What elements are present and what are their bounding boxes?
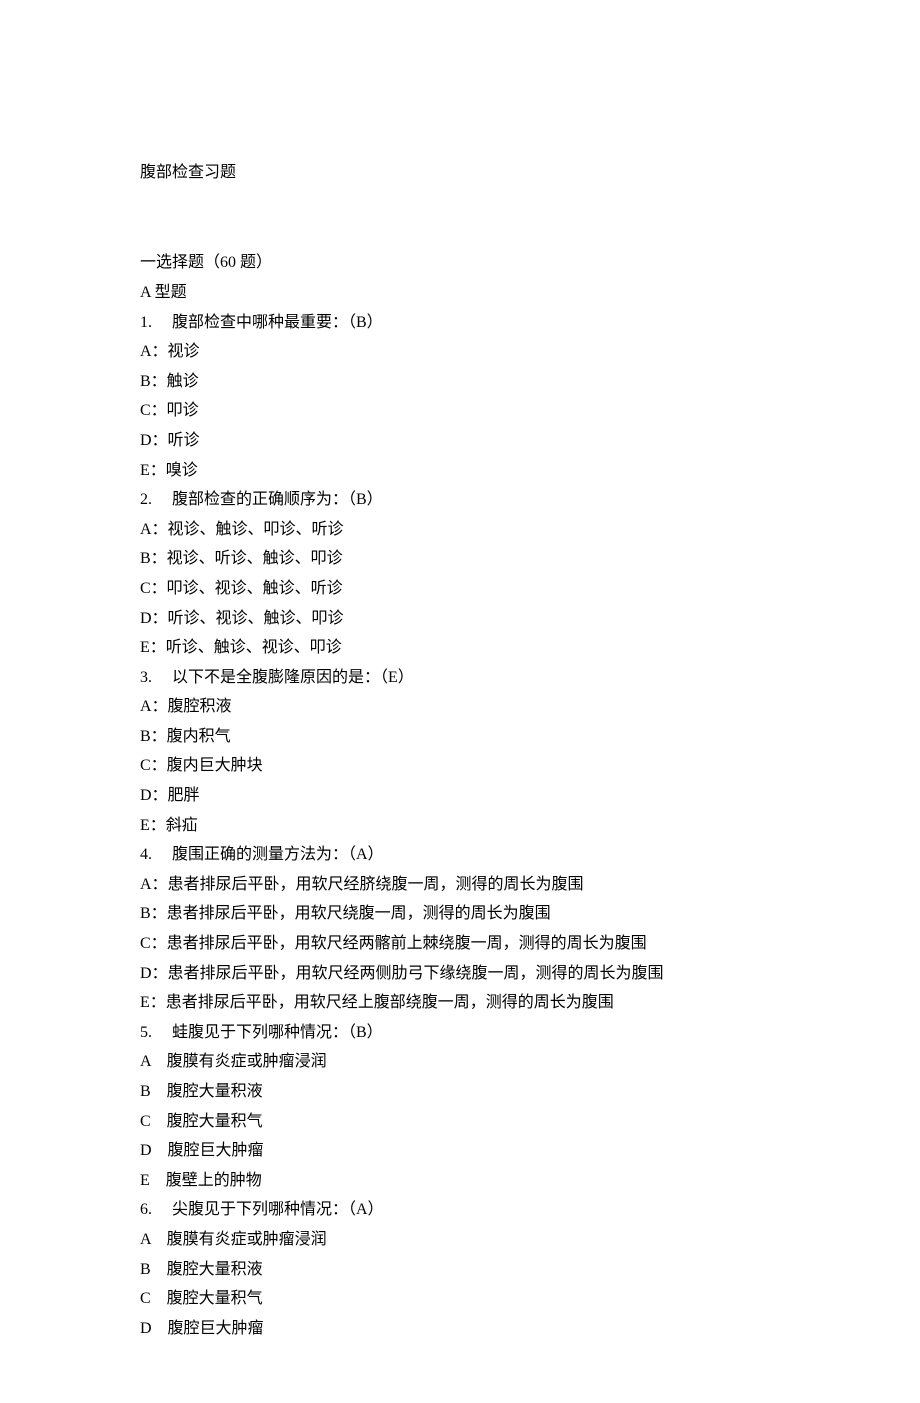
question-option: B：触诊 xyxy=(140,367,780,397)
question-option: E：斜疝 xyxy=(140,811,780,841)
question-option: E 腹壁上的肿物 xyxy=(140,1166,780,1196)
question-number: 2. xyxy=(140,491,152,508)
question-option: D：听诊 xyxy=(140,426,780,456)
question-option: D：肥胖 xyxy=(140,781,780,811)
question-stem: 3. 以下不是全腹膨隆原因的是：（E） xyxy=(140,663,780,693)
question-option: E：患者排尿后平卧，用软尺经上腹部绕腹一周，测得的周长为腹围 xyxy=(140,988,780,1018)
document-page: 腹部检查习题 一选择题（60 题） A 型题 1. 腹部检查中哪种最重要：（B）… xyxy=(0,0,920,1403)
question-option: C 腹腔大量积气 xyxy=(140,1107,780,1137)
question-stem: 2. 腹部检查的正确顺序为：（B） xyxy=(140,485,780,515)
question-text: 腹围正确的测量方法为：（A） xyxy=(172,846,384,863)
question-option: A：视诊、触诊、叩诊、听诊 xyxy=(140,515,780,545)
question-option: A：患者排尿后平卧，用软尺经脐绕腹一周，测得的周长为腹围 xyxy=(140,870,780,900)
question-option: B：腹内积气 xyxy=(140,722,780,752)
question-option: A：视诊 xyxy=(140,337,780,367)
question-option: B：视诊、听诊、触诊、叩诊 xyxy=(140,544,780,574)
question-option: D：听诊、视诊、触诊、叩诊 xyxy=(140,604,780,634)
question-option: E：嗅诊 xyxy=(140,456,780,486)
question-text: 蛙腹见于下列哪种情况：（B） xyxy=(172,1024,383,1041)
question-number: 6. xyxy=(140,1201,152,1218)
question-option: A 腹膜有炎症或肿瘤浸润 xyxy=(140,1047,780,1077)
question-stem: 6. 尖腹见于下列哪种情况：（A） xyxy=(140,1195,780,1225)
question-option: B 腹腔大量积液 xyxy=(140,1255,780,1285)
question-option: C：叩诊 xyxy=(140,396,780,426)
question-stem: 4. 腹围正确的测量方法为：（A） xyxy=(140,840,780,870)
type-header: A 型题 xyxy=(140,278,780,308)
question-number: 4. xyxy=(140,846,152,863)
question-option: C：腹内巨大肿块 xyxy=(140,751,780,781)
question-option: D 腹腔巨大肿瘤 xyxy=(140,1314,780,1344)
question-option: D 腹腔巨大肿瘤 xyxy=(140,1136,780,1166)
question-number: 3. xyxy=(140,669,152,686)
question-option: C 腹腔大量积气 xyxy=(140,1284,780,1314)
question-option: A 腹膜有炎症或肿瘤浸润 xyxy=(140,1225,780,1255)
question-number: 5. xyxy=(140,1024,152,1041)
question-number: 1. xyxy=(140,314,152,331)
question-text: 腹部检查中哪种最重要：（B） xyxy=(172,314,383,331)
question-option: A：腹腔积液 xyxy=(140,692,780,722)
question-option: D：患者排尿后平卧，用软尺经两侧肋弓下缘绕腹一周，测得的周长为腹围 xyxy=(140,959,780,989)
question-stem: 5. 蛙腹见于下列哪种情况：（B） xyxy=(140,1018,780,1048)
question-text: 尖腹见于下列哪种情况：（A） xyxy=(172,1201,384,1218)
document-title: 腹部检查习题 xyxy=(140,158,780,188)
question-option: E：听诊、触诊、视诊、叩诊 xyxy=(140,633,780,663)
question-text: 以下不是全腹膨隆原因的是：（E） xyxy=(172,669,414,686)
question-option: B：患者排尿后平卧，用软尺绕腹一周，测得的周长为腹围 xyxy=(140,899,780,929)
question-option: C：患者排尿后平卧，用软尺经两髂前上棘绕腹一周，测得的周长为腹围 xyxy=(140,929,780,959)
question-option: C：叩诊、视诊、触诊、听诊 xyxy=(140,574,780,604)
question-option: B 腹腔大量积液 xyxy=(140,1077,780,1107)
question-text: 腹部检查的正确顺序为：（B） xyxy=(172,491,383,508)
question-stem: 1. 腹部检查中哪种最重要：（B） xyxy=(140,308,780,338)
section-header: 一选择题（60 题） xyxy=(140,248,780,278)
